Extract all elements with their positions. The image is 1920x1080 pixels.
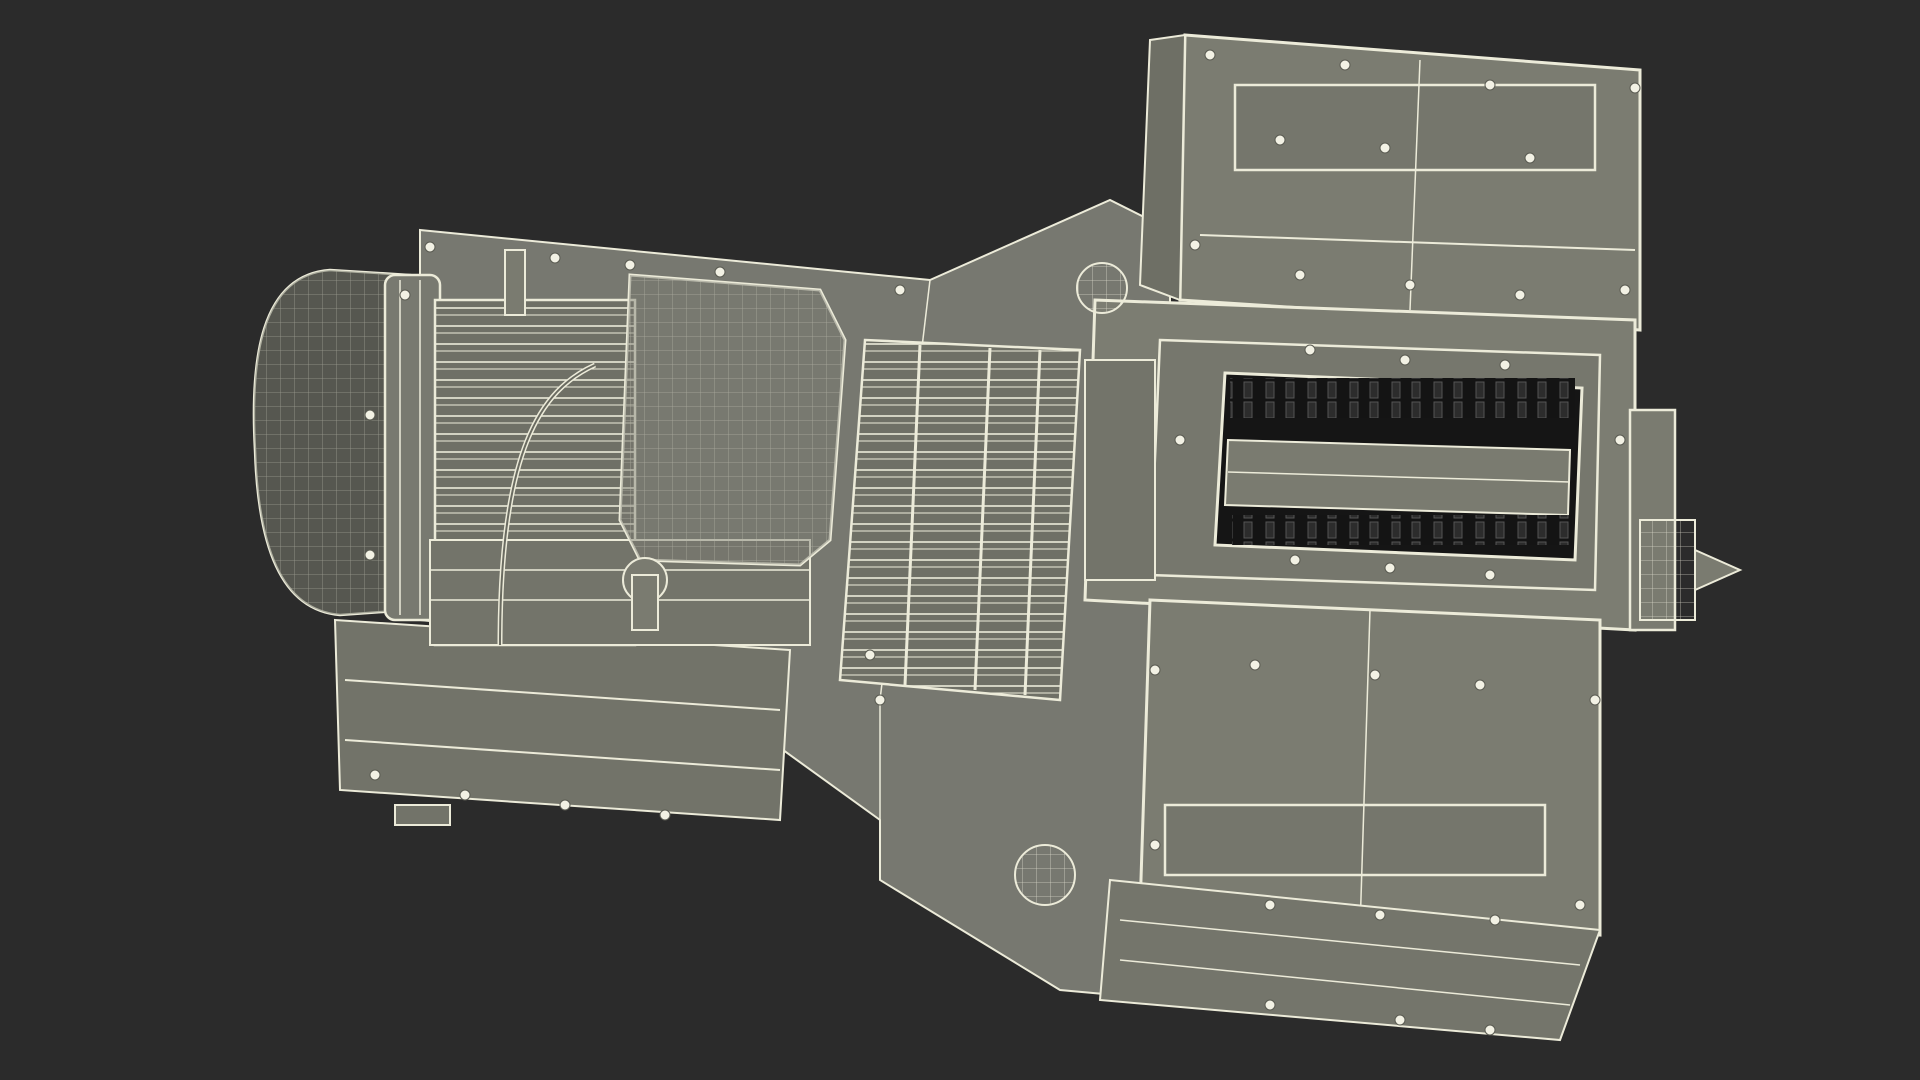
rotor-chamber xyxy=(1213,371,1584,562)
motor-fan-cover xyxy=(252,268,442,622)
hammer-mill-model xyxy=(252,33,1743,1042)
shaft-bearing xyxy=(1628,408,1743,632)
mill-housing-top xyxy=(1138,33,1642,332)
motor-base-rail xyxy=(333,618,792,826)
coupling-guard xyxy=(838,338,1082,702)
render-viewport xyxy=(0,0,1920,1080)
mill-housing-bottom xyxy=(1098,598,1602,1042)
